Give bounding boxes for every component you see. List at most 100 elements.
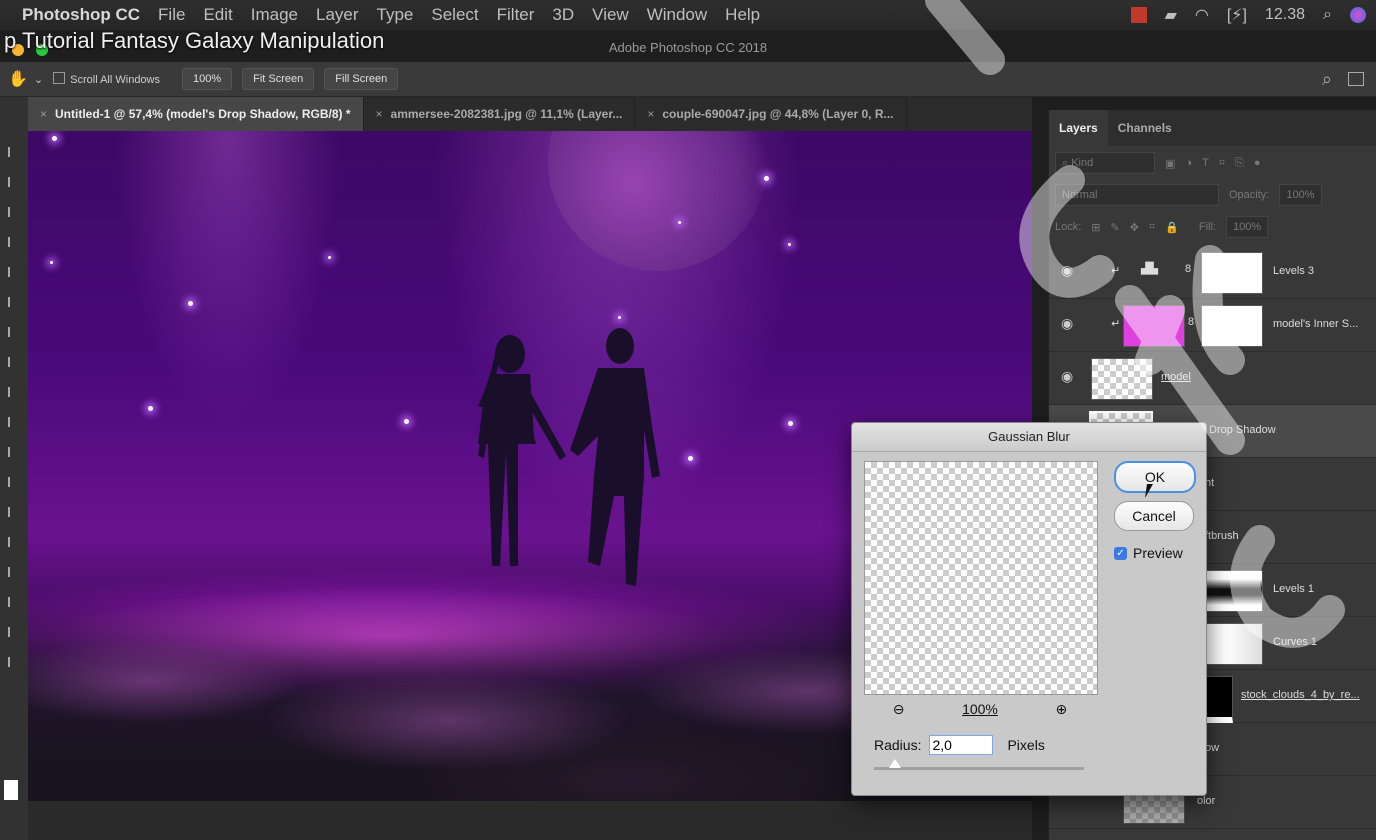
layer-thumbnail[interactable] [1123, 305, 1185, 347]
fill-input[interactable]: 100% [1225, 216, 1269, 238]
filter-preview[interactable] [864, 461, 1098, 695]
menu-help[interactable]: Help [725, 5, 760, 25]
filter-toggle-icon[interactable]: ● [1254, 157, 1261, 169]
adjustment-filter-icon[interactable]: ◑ [1185, 157, 1192, 169]
image-filter-icon[interactable]: ▣ [1165, 157, 1175, 170]
search-icon[interactable]: ⌕ [1322, 69, 1332, 90]
menu-3d[interactable]: 3D [552, 5, 574, 25]
menu-image[interactable]: Image [251, 5, 298, 25]
smart-object-filter-icon[interactable]: ⎘ [1235, 157, 1244, 170]
menu-edit[interactable]: Edit [203, 5, 232, 25]
hand-tool-icon[interactable]: ✋ [8, 69, 28, 89]
eye-icon[interactable]: ◉ [1061, 368, 1073, 385]
menu-type[interactable]: Type [377, 5, 414, 25]
layer-name: model's Inner S... [1273, 318, 1359, 330]
clock[interactable]: 12.38 [1265, 6, 1305, 24]
hand-tool-icon[interactable] [8, 597, 20, 607]
eyedropper-tool-icon[interactable] [8, 297, 20, 307]
radius-input[interactable] [929, 735, 994, 755]
close-icon[interactable]: × [647, 107, 654, 121]
layer-name: Levels 3 [1273, 265, 1314, 277]
lock-move-icon[interactable]: ✥ [1130, 221, 1139, 234]
menu-filter[interactable]: Filter [497, 5, 535, 25]
eye-icon[interactable]: ◉ [1061, 315, 1073, 332]
path-select-tool-icon[interactable] [8, 537, 20, 547]
layer-name: ftbrush [1205, 530, 1239, 542]
scroll-all-windows-checkbox[interactable]: Scroll All Windows [53, 72, 160, 86]
chat-icon[interactable]: ▰ [1165, 5, 1177, 25]
opacity-input[interactable]: 100% [1279, 184, 1322, 206]
more-tools-icon[interactable] [8, 657, 20, 667]
marquee-tool-icon[interactable] [8, 177, 20, 187]
layer-mask-thumbnail[interactable] [1201, 570, 1263, 612]
type-tool-icon[interactable] [8, 507, 20, 517]
zoom-in-icon[interactable]: ⊕ [1055, 701, 1067, 718]
radius-slider[interactable] [874, 759, 1084, 770]
options-bar: ✋ ⌄ Scroll All Windows 100% Fit Screen F… [0, 62, 1376, 97]
tab-untitled-1[interactable]: × Untitled-1 @ 57,4% (model's Drop Shadow… [28, 97, 364, 131]
close-icon[interactable]: × [376, 107, 383, 121]
star [788, 421, 793, 426]
layer-row[interactable]: ◉ model [1049, 352, 1376, 405]
menu-file[interactable]: File [158, 5, 185, 25]
tab-layers[interactable]: Layers [1049, 110, 1108, 146]
battery-icon[interactable]: [⚡] [1227, 5, 1247, 25]
layer-mask-thumbnail[interactable] [1201, 623, 1263, 665]
zoom-tool-icon[interactable] [8, 627, 20, 637]
foreground-color-swatch[interactable] [4, 780, 18, 800]
eye-icon[interactable]: ◉ [1061, 262, 1073, 279]
star [52, 136, 57, 141]
menu-app[interactable]: Photoshop CC [22, 5, 140, 25]
lock-all-icon[interactable]: 🔒 [1165, 221, 1179, 234]
tab-ammersee[interactable]: × ammersee-2082381.jpg @ 11,1% (Layer... [364, 97, 636, 131]
fit-screen-button[interactable]: Fit Screen [242, 68, 315, 90]
menu-view[interactable]: View [592, 5, 629, 25]
zoom-out-icon[interactable]: ⊖ [893, 701, 905, 718]
menu-layer[interactable]: Layer [316, 5, 359, 25]
type-filter-icon[interactable]: T [1202, 157, 1209, 169]
gradient-tool-icon[interactable] [8, 417, 20, 427]
quick-select-tool-icon[interactable] [8, 237, 20, 247]
star [50, 261, 53, 264]
star [328, 256, 331, 259]
layer-name: Levels 1 [1273, 583, 1314, 595]
menu-select[interactable]: Select [431, 5, 478, 25]
shape-tool-icon[interactable] [8, 567, 20, 577]
shape-filter-icon[interactable]: ⌗ [1219, 157, 1225, 170]
dodge-tool-icon[interactable] [8, 447, 20, 457]
close-icon[interactable]: × [40, 107, 47, 121]
ok-button[interactable]: OK [1114, 461, 1196, 493]
layer-row[interactable]: ◉ ↵ 8 model's Inner S... [1049, 299, 1376, 352]
pen-tool-icon[interactable] [8, 477, 20, 487]
layer-mask-thumbnail[interactable] [1201, 305, 1263, 347]
cancel-button[interactable]: Cancel [1114, 501, 1194, 531]
eraser-tool-icon[interactable] [8, 387, 20, 397]
chevron-down-icon[interactable]: ⌄ [34, 73, 43, 86]
app-status-icon[interactable] [1130, 7, 1147, 23]
siri-icon[interactable] [1350, 7, 1366, 23]
fill-screen-button[interactable]: Fill Screen [324, 68, 399, 90]
zoom-100-button[interactable]: 100% [182, 68, 233, 90]
layer-mask-thumbnail[interactable] [1201, 252, 1263, 294]
layer-thumbnail[interactable] [1091, 358, 1153, 400]
spotlight-icon[interactable]: ⌕ [1323, 6, 1332, 24]
lasso-tool-icon[interactable] [8, 207, 20, 217]
wifi-icon[interactable]: ◠ [1195, 5, 1209, 25]
workspace-icon[interactable] [1348, 72, 1364, 86]
tab-couple[interactable]: × couple-690047.jpg @ 44,8% (Layer 0, R..… [635, 97, 907, 131]
apple-icon[interactable] [8, 5, 22, 23]
stamp-tool-icon[interactable] [8, 357, 20, 367]
lock-paint-icon[interactable]: ✎ [1111, 221, 1120, 234]
move-tool-icon[interactable] [8, 147, 20, 157]
menu-window[interactable]: Window [647, 5, 707, 25]
layer-row[interactable]: ◉ ↵ ▟▙ 8 Levels 3 [1049, 246, 1376, 299]
crop-tool-icon[interactable] [8, 267, 20, 277]
tab-channels[interactable]: Channels [1108, 110, 1182, 146]
preview-checkbox[interactable]: ✓ Preview [1114, 545, 1183, 561]
blend-mode-select[interactable]: Normal [1055, 184, 1219, 206]
slider-thumb[interactable] [889, 759, 901, 768]
brush-tool-icon[interactable] [8, 327, 20, 337]
lock-transparent-icon[interactable]: ⊞ [1091, 221, 1100, 234]
kind-filter[interactable]: ⌕ Kind [1055, 152, 1155, 174]
lock-artboard-icon[interactable]: ⌗ [1149, 221, 1155, 234]
